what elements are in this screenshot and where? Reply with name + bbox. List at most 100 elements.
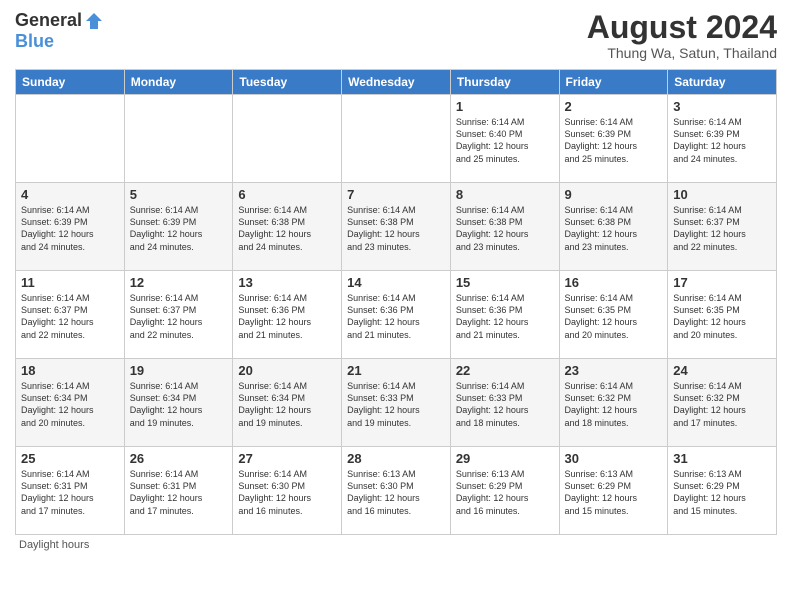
day-info: Sunrise: 6:14 AM Sunset: 6:38 PM Dayligh… — [565, 204, 663, 253]
day-info: Sunrise: 6:14 AM Sunset: 6:38 PM Dayligh… — [456, 204, 554, 253]
day-number: 15 — [456, 275, 554, 290]
day-number: 5 — [130, 187, 228, 202]
calendar-cell: 24Sunrise: 6:14 AM Sunset: 6:32 PM Dayli… — [668, 359, 777, 447]
calendar-week-row: 11 Sunrise: 6:14 AM Sunset: 6:37 PM Dayli… — [16, 271, 777, 359]
day-number: 29 — [456, 451, 554, 466]
calendar-cell: 25Sunrise: 6:14 AM Sunset: 6:31 PM Dayli… — [16, 447, 125, 535]
weekday-header-friday: Friday — [559, 70, 668, 95]
day-info: Sunrise: 6:14 AM Sunset: 6:37 PM Dayligh… — [21, 292, 119, 341]
weekday-header-thursday: Thursday — [450, 70, 559, 95]
calendar-cell: 9 Sunrise: 6:14 AM Sunset: 6:38 PM Daylig… — [559, 183, 668, 271]
day-info: Sunrise: 6:14 AM Sunset: 6:34 PM Dayligh… — [238, 380, 336, 429]
day-info: Sunrise: 6:13 AM Sunset: 6:29 PM Dayligh… — [673, 468, 771, 517]
day-info: Sunrise: 6:14 AM Sunset: 6:31 PM Dayligh… — [21, 468, 119, 517]
day-number: 28 — [347, 451, 445, 466]
calendar-cell: 6 Sunrise: 6:14 AM Sunset: 6:38 PM Daylig… — [233, 183, 342, 271]
calendar-cell — [233, 95, 342, 183]
day-info: Sunrise: 6:14 AM Sunset: 6:38 PM Dayligh… — [238, 204, 336, 253]
calendar-cell: 14Sunrise: 6:14 AM Sunset: 6:36 PM Dayli… — [342, 271, 451, 359]
day-info: Sunrise: 6:14 AM Sunset: 6:33 PM Dayligh… — [347, 380, 445, 429]
day-number: 24 — [673, 363, 771, 378]
calendar-cell: 22 Sunrise: 6:14 AM Sunset: 6:33 PM Dayli… — [450, 359, 559, 447]
day-number: 8 — [456, 187, 554, 202]
logo-blue-text: Blue — [15, 31, 54, 52]
day-info: Sunrise: 6:14 AM Sunset: 6:35 PM Dayligh… — [673, 292, 771, 341]
day-number: 3 — [673, 99, 771, 114]
location: Thung Wa, Satun, Thailand — [587, 45, 777, 61]
day-number: 22 — [456, 363, 554, 378]
calendar-cell — [16, 95, 125, 183]
calendar-cell: 27 Sunrise: 6:14 AM Sunset: 6:30 PM Dayli… — [233, 447, 342, 535]
calendar-table: SundayMondayTuesdayWednesdayThursdayFrid… — [15, 69, 777, 535]
day-info: Sunrise: 6:14 AM Sunset: 6:40 PM Dayligh… — [456, 116, 554, 165]
day-number: 10 — [673, 187, 771, 202]
calendar-week-row: 25Sunrise: 6:14 AM Sunset: 6:31 PM Dayli… — [16, 447, 777, 535]
day-number: 6 — [238, 187, 336, 202]
calendar-cell: 5Sunrise: 6:14 AM Sunset: 6:39 PM Daylig… — [124, 183, 233, 271]
calendar-cell: 7Sunrise: 6:14 AM Sunset: 6:38 PM Daylig… — [342, 183, 451, 271]
logo: General Blue — [15, 10, 104, 52]
calendar-cell: 18 Sunrise: 6:14 AM Sunset: 6:34 PM Dayli… — [16, 359, 125, 447]
calendar-cell: 15 Sunrise: 6:14 AM Sunset: 6:36 PM Dayli… — [450, 271, 559, 359]
calendar-cell: 20 Sunrise: 6:14 AM Sunset: 6:34 PM Dayli… — [233, 359, 342, 447]
calendar-cell: 21 Sunrise: 6:14 AM Sunset: 6:33 PM Dayli… — [342, 359, 451, 447]
day-number: 20 — [238, 363, 336, 378]
day-number: 27 — [238, 451, 336, 466]
calendar-cell: 11 Sunrise: 6:14 AM Sunset: 6:37 PM Dayli… — [16, 271, 125, 359]
page: General Blue August 2024 Thung Wa, Satun… — [0, 0, 792, 612]
day-number: 13 — [238, 275, 336, 290]
calendar-week-row: 1 Sunrise: 6:14 AM Sunset: 6:40 PM Daylig… — [16, 95, 777, 183]
calendar-cell: 19Sunrise: 6:14 AM Sunset: 6:34 PM Dayli… — [124, 359, 233, 447]
day-info: Sunrise: 6:14 AM Sunset: 6:37 PM Dayligh… — [673, 204, 771, 253]
footer: Daylight hours — [15, 539, 777, 551]
day-number: 18 — [21, 363, 119, 378]
day-info: Sunrise: 6:14 AM Sunset: 6:32 PM Dayligh… — [565, 380, 663, 429]
day-info: Sunrise: 6:14 AM Sunset: 6:30 PM Dayligh… — [238, 468, 336, 517]
day-number: 17 — [673, 275, 771, 290]
calendar-cell: 8 Sunrise: 6:14 AM Sunset: 6:38 PM Daylig… — [450, 183, 559, 271]
day-info: Sunrise: 6:13 AM Sunset: 6:29 PM Dayligh… — [456, 468, 554, 517]
day-info: Sunrise: 6:14 AM Sunset: 6:33 PM Dayligh… — [456, 380, 554, 429]
calendar-cell: 17 Sunrise: 6:14 AM Sunset: 6:35 PM Dayli… — [668, 271, 777, 359]
calendar-cell: 13Sunrise: 6:14 AM Sunset: 6:36 PM Dayli… — [233, 271, 342, 359]
weekday-header-sunday: Sunday — [16, 70, 125, 95]
day-number: 1 — [456, 99, 554, 114]
day-info: Sunrise: 6:14 AM Sunset: 6:34 PM Dayligh… — [21, 380, 119, 429]
day-number: 12 — [130, 275, 228, 290]
calendar-cell: 2 Sunrise: 6:14 AM Sunset: 6:39 PM Daylig… — [559, 95, 668, 183]
day-number: 26 — [130, 451, 228, 466]
calendar-cell: 29 Sunrise: 6:13 AM Sunset: 6:29 PM Dayli… — [450, 447, 559, 535]
day-number: 23 — [565, 363, 663, 378]
logo-general-text: General — [15, 10, 82, 31]
day-number: 9 — [565, 187, 663, 202]
calendar-cell: 16 Sunrise: 6:14 AM Sunset: 6:35 PM Dayli… — [559, 271, 668, 359]
day-number: 30 — [565, 451, 663, 466]
day-number: 2 — [565, 99, 663, 114]
calendar-cell: 3Sunrise: 6:14 AM Sunset: 6:39 PM Daylig… — [668, 95, 777, 183]
weekday-header-monday: Monday — [124, 70, 233, 95]
day-number: 14 — [347, 275, 445, 290]
day-info: Sunrise: 6:14 AM Sunset: 6:36 PM Dayligh… — [456, 292, 554, 341]
logo-icon — [84, 11, 104, 31]
calendar-cell: 10 Sunrise: 6:14 AM Sunset: 6:37 PM Dayli… — [668, 183, 777, 271]
header: General Blue August 2024 Thung Wa, Satun… — [15, 10, 777, 61]
day-info: Sunrise: 6:14 AM Sunset: 6:39 PM Dayligh… — [565, 116, 663, 165]
title-section: August 2024 Thung Wa, Satun, Thailand — [587, 10, 777, 61]
calendar-week-row: 4Sunrise: 6:14 AM Sunset: 6:39 PM Daylig… — [16, 183, 777, 271]
calendar-cell: 26 Sunrise: 6:14 AM Sunset: 6:31 PM Dayli… — [124, 447, 233, 535]
day-number: 16 — [565, 275, 663, 290]
day-info: Sunrise: 6:14 AM Sunset: 6:34 PM Dayligh… — [130, 380, 228, 429]
calendar-cell: 30Sunrise: 6:13 AM Sunset: 6:29 PM Dayli… — [559, 447, 668, 535]
day-info: Sunrise: 6:14 AM Sunset: 6:35 PM Dayligh… — [565, 292, 663, 341]
calendar-cell — [342, 95, 451, 183]
calendar-cell — [124, 95, 233, 183]
day-number: 7 — [347, 187, 445, 202]
weekday-header-saturday: Saturday — [668, 70, 777, 95]
day-info: Sunrise: 6:14 AM Sunset: 6:39 PM Dayligh… — [21, 204, 119, 253]
day-info: Sunrise: 6:13 AM Sunset: 6:30 PM Dayligh… — [347, 468, 445, 517]
calendar-cell: 1 Sunrise: 6:14 AM Sunset: 6:40 PM Daylig… — [450, 95, 559, 183]
day-info: Sunrise: 6:14 AM Sunset: 6:31 PM Dayligh… — [130, 468, 228, 517]
day-number: 11 — [21, 275, 119, 290]
day-number: 21 — [347, 363, 445, 378]
weekday-header-wednesday: Wednesday — [342, 70, 451, 95]
